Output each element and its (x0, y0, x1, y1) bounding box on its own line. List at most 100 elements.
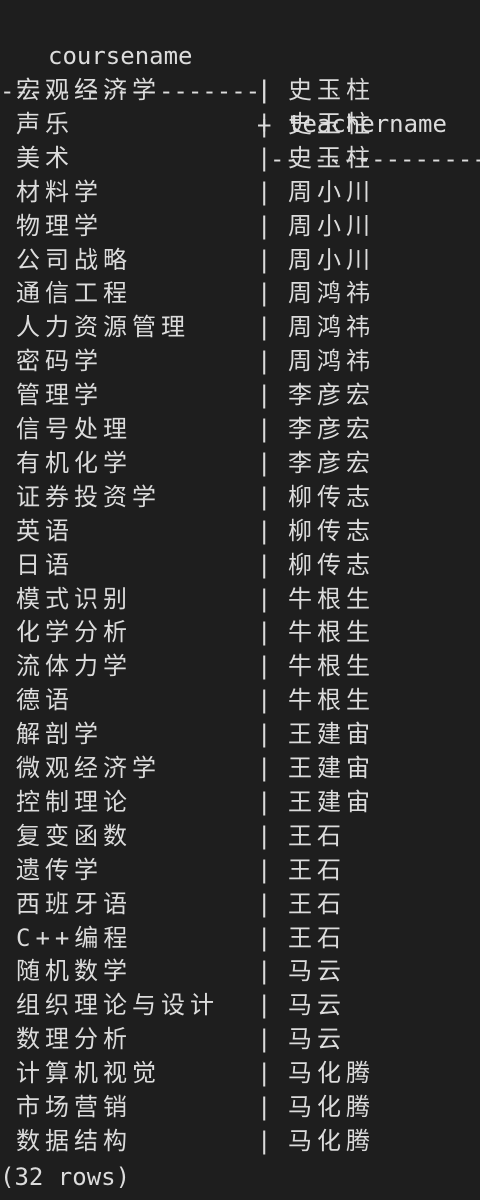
table-row: 微观经济学 | 王建宙 (0, 751, 480, 785)
column-separator: | (257, 482, 272, 511)
table-row: 组织理论与设计 | 马云 (0, 988, 480, 1022)
cell-teachername: 马云 (288, 1025, 346, 1054)
column-separator: | (257, 787, 272, 816)
cell-coursename: 信号处理 (16, 415, 132, 443)
column-separator: | (257, 76, 272, 104)
cell-teachername: 马云 (288, 957, 346, 986)
cell-teachername: 史玉柱 (288, 143, 375, 172)
table-row: 材料学 | 周小川 (0, 175, 480, 209)
row-count: (32 rows) (0, 1163, 131, 1191)
column-separator: | (257, 415, 272, 443)
column-separator: | (257, 584, 272, 613)
cell-teachername: 周鸿祎 (288, 313, 375, 342)
cell-teachername: 周鸿祎 (288, 347, 375, 376)
cell-coursename: 人力资源管理 (16, 313, 190, 342)
cell-coursename: 计算机视觉 (16, 1059, 161, 1088)
cell-teachername: 史玉柱 (288, 109, 375, 138)
cell-teachername: 马化腾 (288, 1059, 375, 1088)
table-row: 西班牙语 | 王石 (0, 887, 480, 921)
cell-coursename: 数据结构 (16, 1126, 132, 1155)
column-separator: | (257, 923, 272, 952)
cell-teachername: 王石 (288, 821, 346, 850)
table-row: 遗传学 | 王石 (0, 853, 480, 887)
table-row: 公司战略 | 周小川 (0, 243, 480, 277)
cell-teachername: 王石 (288, 923, 346, 952)
cell-teachername: 王石 (288, 855, 346, 884)
column-separator: | (257, 889, 272, 918)
table-row: 声乐 | 史玉柱 (0, 107, 480, 141)
column-separator: | (257, 211, 272, 240)
cell-teachername: 周鸿祎 (288, 279, 375, 308)
cell-coursename: 公司战略 (16, 245, 132, 274)
cell-coursename: 管理学 (16, 381, 103, 410)
cell-teachername: 李彦宏 (288, 381, 375, 410)
cell-teachername: 柳传志 (288, 482, 375, 511)
cell-teachername: 牛根生 (288, 686, 375, 715)
table-row: 解剖学 | 王建宙 (0, 717, 480, 751)
column-separator: | (257, 618, 272, 647)
cell-teachername: 周小川 (288, 245, 375, 274)
column-separator: | (257, 1059, 272, 1088)
column-separator: | (257, 109, 272, 138)
cell-coursename: 声乐 (16, 109, 74, 138)
table-row: 证券投资学 | 柳传志 (0, 480, 480, 514)
column-separator: | (257, 381, 272, 410)
cell-coursename: 英语 (16, 516, 74, 545)
cell-teachername: 李彦宏 (288, 415, 375, 443)
cell-coursename: 随机数学 (16, 957, 132, 986)
column-separator: | (257, 245, 272, 274)
column-separator: | (257, 686, 272, 715)
cell-teachername: 李彦宏 (288, 448, 375, 477)
table-row: 市场营销 | 马化腾 (0, 1090, 480, 1124)
table-row: 通信工程 | 周鸿祎 (0, 276, 480, 310)
cell-teachername: 王石 (288, 889, 346, 918)
cell-coursename: 日语 (16, 550, 74, 579)
cell-coursename: 解剖学 (16, 720, 103, 749)
column-separator: | (257, 754, 272, 782)
cell-coursename: C++编程 (16, 923, 133, 952)
column-separator: | (257, 991, 272, 1020)
table-row: 随机数学 | 马云 (0, 954, 480, 988)
table-row: 密码学 | 周鸿祎 (0, 344, 480, 378)
column-separator: | (257, 347, 272, 376)
cell-teachername: 牛根生 (288, 652, 375, 681)
cell-coursename: 材料学 (16, 177, 103, 206)
cell-coursename: 有机化学 (16, 448, 132, 477)
cell-teachername: 马化腾 (288, 1126, 375, 1155)
cell-coursename: 控制理论 (16, 787, 132, 816)
table-row: 信号处理 | 李彦宏 (0, 412, 480, 446)
terminal-output: coursename | teachername ---------------… (0, 0, 480, 1200)
cell-coursename: 美术 (16, 143, 74, 172)
cell-teachername: 周小川 (288, 177, 375, 206)
table-row: 德语 | 牛根生 (0, 683, 480, 717)
column-separator: | (257, 448, 272, 477)
header-divider: ------------------------------ + -------… (0, 40, 480, 173)
table-row: 人力资源管理 | 周鸿祎 (0, 310, 480, 344)
cell-coursename: 密码学 (16, 347, 103, 376)
cell-coursename: 西班牙语 (16, 889, 132, 918)
table-row: 流体力学 | 牛根生 (0, 649, 480, 683)
column-separator: | (257, 821, 272, 850)
table-row: 英语 | 柳传志 (0, 514, 480, 548)
column-separator: | (257, 1025, 272, 1054)
table-row: 数理分析 | 马云 (0, 1022, 480, 1056)
cell-teachername: 王建宙 (288, 787, 375, 816)
cell-teachername: 马化腾 (288, 1093, 375, 1121)
column-separator: | (257, 516, 272, 545)
cell-teachername: 史玉柱 (288, 76, 375, 104)
table-row: 化学分析 | 牛根生 (0, 615, 480, 649)
table-row: 控制理论 | 王建宙 (0, 785, 480, 819)
cell-teachername: 王建宙 (288, 754, 375, 782)
cell-teachername: 周小川 (288, 211, 375, 240)
column-separator: | (257, 720, 272, 749)
cell-coursename: 德语 (16, 686, 74, 715)
column-separator: | (257, 177, 272, 206)
table-row: 日语 | 柳传志 (0, 548, 480, 582)
table-row: 管理学 | 李彦宏 (0, 378, 480, 412)
table-row: 有机化学 | 李彦宏 (0, 446, 480, 480)
cell-coursename: 市场营销 (16, 1093, 132, 1121)
table-row: 复变函数 | 王石 (0, 819, 480, 853)
cell-coursename: 宏观经济学 (16, 76, 161, 104)
column-separator: | (257, 279, 272, 308)
cell-coursename: 组织理论与设计 (16, 991, 219, 1020)
